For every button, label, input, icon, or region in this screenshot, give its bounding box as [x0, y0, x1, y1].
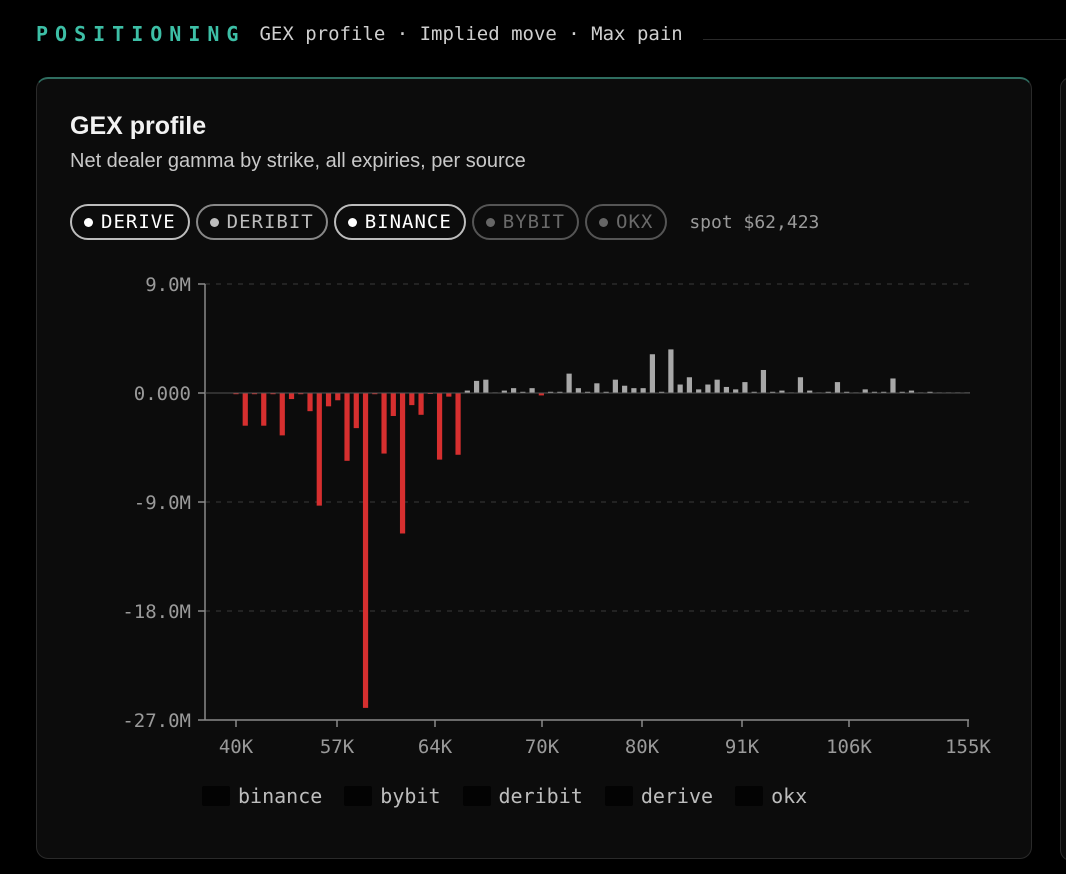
gex-bar	[242, 393, 248, 426]
section-subtitle: GEX profile · Implied move · Max pain	[259, 23, 683, 45]
gex-bar	[612, 379, 618, 393]
next-card-edge	[1060, 77, 1066, 861]
x-tick-label: 70K	[525, 736, 560, 758]
x-tick-label: 91K	[725, 736, 760, 758]
gex-bar	[353, 393, 359, 429]
gex-bar	[696, 389, 702, 393]
gex-bar	[335, 393, 341, 401]
gex-bar	[862, 389, 868, 393]
legend-item[interactable]: deribit	[462, 784, 583, 808]
x-tick-label: 80K	[625, 736, 660, 758]
gex-bar	[622, 385, 628, 393]
legend-item[interactable]: binance	[202, 784, 322, 808]
x-tick-label: 106K	[826, 736, 872, 758]
x-tick-label: 155K	[945, 736, 991, 758]
legend-label: deribit	[498, 784, 583, 808]
gex-bar	[381, 393, 387, 454]
section-header: POSITIONING GEX profile · Implied move ·…	[36, 18, 1066, 50]
gex-bar	[288, 393, 295, 400]
gex-bar	[483, 379, 489, 393]
legend-swatch	[604, 786, 633, 806]
section-divider	[702, 38, 1066, 40]
gex-bar	[325, 393, 332, 407]
x-tick-label: 64K	[418, 736, 453, 758]
gex-bar	[834, 382, 841, 393]
gex-bar	[261, 393, 267, 426]
legend-item[interactable]: okx	[735, 784, 807, 808]
gex-bar	[594, 383, 600, 393]
gex-bar-chart: 9.0M 0.000 -9.0M -18.0M -27.0M 40K 57K 64K 70K 80…	[122, 274, 991, 758]
x-tick-label: 40K	[219, 736, 254, 758]
x-tick-label: 57K	[320, 736, 355, 758]
gex-bar	[473, 380, 480, 393]
gex-bar	[566, 373, 572, 393]
section-tag: POSITIONING	[36, 22, 246, 46]
gex-bar	[668, 349, 674, 393]
gex-bar	[279, 393, 285, 436]
gex-bar	[307, 393, 313, 412]
gex-bar	[455, 393, 461, 455]
legend-label: binance	[238, 784, 323, 808]
legend-item[interactable]: derive	[604, 784, 714, 808]
gex-bar	[797, 377, 804, 393]
gex-bar	[723, 386, 730, 393]
gex-bar	[575, 388, 581, 393]
legend-label: derive	[640, 784, 714, 808]
y-tick-label: -9.0M	[134, 492, 191, 514]
gex-bar	[742, 382, 748, 393]
gex-bar	[714, 379, 720, 393]
legend-swatch	[344, 786, 373, 806]
gex-bar	[890, 378, 896, 393]
gex-bar	[510, 388, 517, 393]
gex-bar	[344, 393, 350, 461]
gex-bar	[316, 393, 322, 506]
legend-label: okx	[771, 784, 808, 808]
gex-profile-card: GEX profile Net dealer gamma by strike, …	[36, 77, 1032, 859]
gex-bar	[640, 388, 646, 393]
y-tick-label: 0.000	[134, 383, 191, 405]
gex-bar	[399, 393, 406, 534]
gex-bar	[677, 384, 683, 393]
gex-bar	[446, 393, 452, 397]
y-tick-label: -27.0M	[122, 710, 191, 732]
gex-bar	[760, 369, 767, 393]
legend-swatch	[462, 786, 491, 806]
gex-bar	[631, 388, 637, 393]
gex-bar	[686, 377, 693, 393]
gex-bar	[705, 384, 711, 393]
legend-swatch	[735, 786, 764, 806]
legend-label: bybit	[380, 784, 441, 808]
gex-bar	[529, 388, 535, 393]
legend-swatch	[202, 786, 230, 806]
legend-item[interactable]: bybit	[344, 784, 441, 808]
gex-bar	[390, 393, 396, 417]
gex-bar	[418, 393, 424, 415]
y-tick-label: -18.0M	[122, 601, 191, 623]
chart-legend: binance bybit deribit derive okx	[202, 784, 829, 808]
gex-bar	[436, 393, 443, 460]
gex-bar	[362, 393, 369, 708]
gex-bar	[409, 393, 415, 406]
gex-bar	[733, 389, 739, 393]
gex-bar	[649, 354, 655, 393]
y-tick-label: 9.0M	[145, 274, 191, 296]
